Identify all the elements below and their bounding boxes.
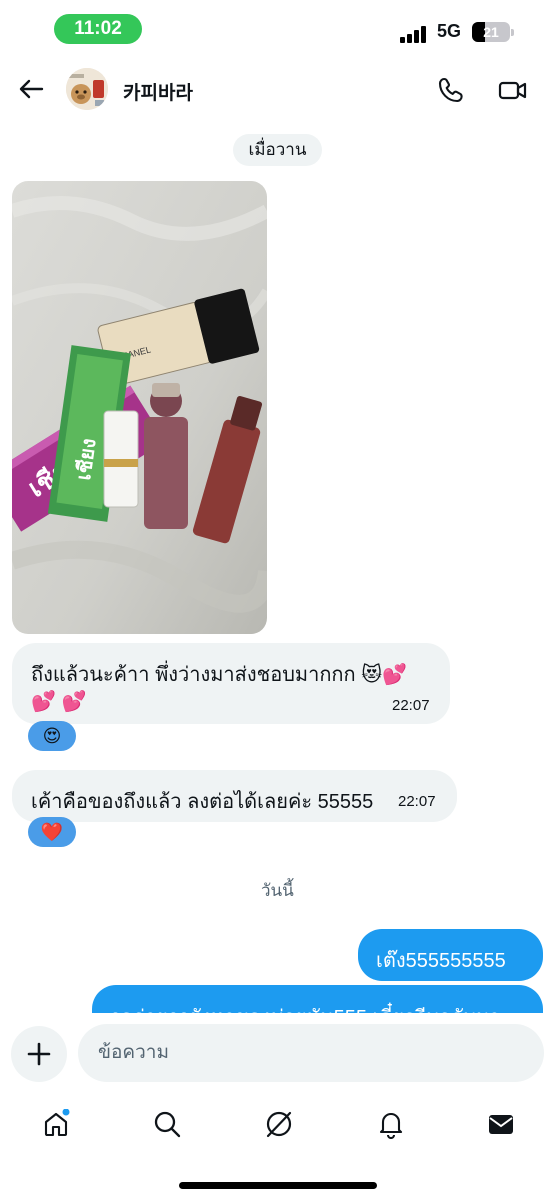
home-indicator <box>179 1182 377 1189</box>
outgoing-message[interactable]: เต๊ง555555555 <box>358 929 543 981</box>
incoming-message[interactable]: เค้าคือของถึงแล้ว ลงต่อได้เลยค่ะ 55555 2… <box>12 770 457 822</box>
reaction-badge[interactable]: ❤️ <box>28 817 76 847</box>
bell-icon[interactable] <box>376 1109 406 1139</box>
date-separator-yesterday: เมื่อวาน <box>233 134 322 166</box>
reaction-badge[interactable]: 😍 <box>28 721 76 751</box>
battery-level: 21 <box>483 24 499 40</box>
message-text-line2: 💕 💕 <box>31 691 87 713</box>
date-separator-today: วันนี้ <box>261 881 294 900</box>
arrow-left-icon[interactable] <box>16 74 46 104</box>
plus-icon[interactable] <box>11 1026 67 1082</box>
photo-image: CHANEL เชียง เชียง <box>12 181 267 634</box>
video-camera-icon[interactable] <box>497 75 529 105</box>
status-time: 11:02 <box>54 14 142 44</box>
status-bar: 11:02 5G 21 <box>0 0 555 58</box>
mail-icon[interactable] <box>486 1109 516 1139</box>
contact-name: 카피바라 <box>123 83 193 104</box>
bottom-tab-bar <box>0 1095 555 1155</box>
grok-icon[interactable] <box>264 1109 294 1139</box>
message-time: 22:07 <box>392 697 430 714</box>
message-input[interactable] <box>78 1024 544 1082</box>
message-text: ถึงแล้วนะค้าา พึ่งว่างมาส่งชอบมากกก 😻💕 <box>31 664 407 686</box>
message-text: เต๊ง555555555 <box>376 950 506 972</box>
incoming-message[interactable]: ถึงแล้วนะค้าา พึ่งว่างมาส่งชอบมากกก 😻💕 💕… <box>12 643 450 724</box>
avatar[interactable] <box>66 68 108 110</box>
home-icon[interactable] <box>41 1108 71 1139</box>
signal-icon <box>400 25 430 43</box>
photo-message[interactable]: CHANEL เชียง เชียง <box>12 181 267 634</box>
battery-icon: 21 <box>472 22 510 42</box>
battery-cap <box>511 29 514 36</box>
phone-icon[interactable] <box>436 75 466 105</box>
chat-header: 카피바라 <box>0 60 555 118</box>
network-label: 5G <box>437 21 462 41</box>
search-icon[interactable] <box>152 1109 182 1139</box>
message-text: เค้าคือของถึงแล้ว ลงต่อได้เลยค่ะ 55555 <box>31 791 374 813</box>
message-time: 22:07 <box>398 793 436 810</box>
